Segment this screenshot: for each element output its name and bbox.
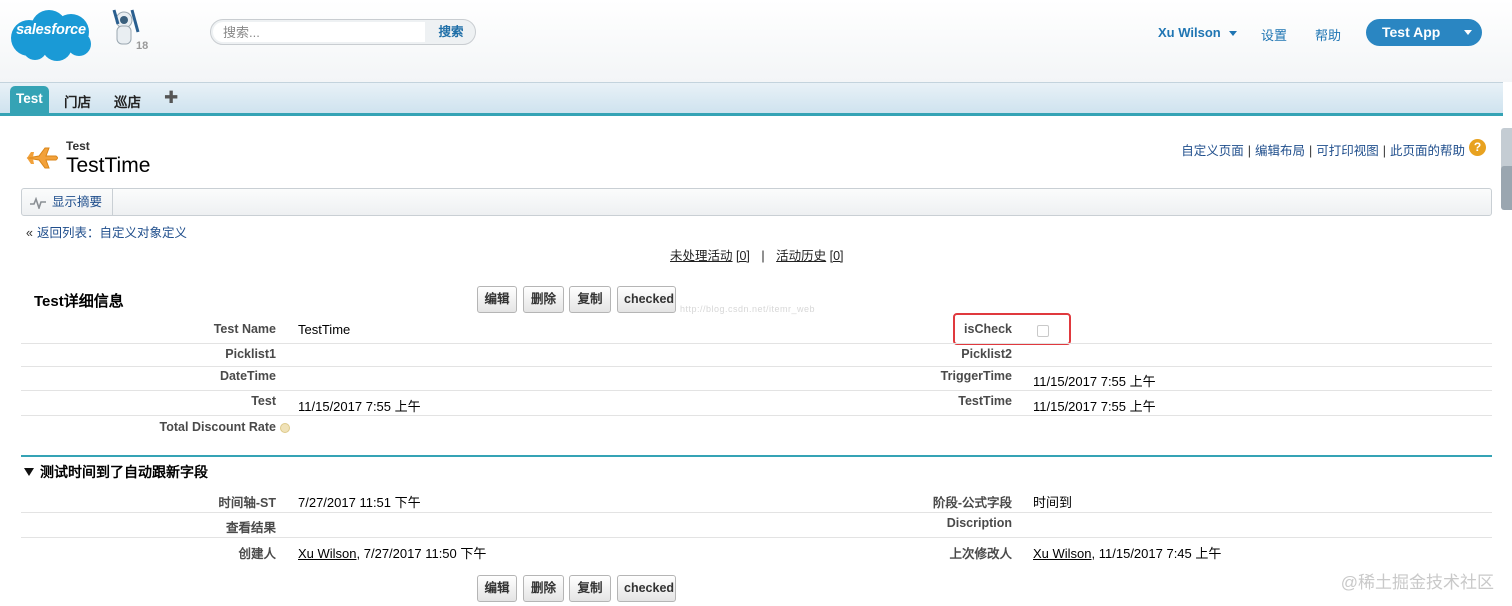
field-label-testtime: TestTime (958, 394, 1012, 408)
field-value-timeline: 7/27/2017 11:51 下午 (298, 495, 421, 510)
edit-layout-link[interactable]: 编辑布局 (1255, 144, 1305, 158)
related-activity-links: 未处理活动 [0] | 活动历史 [0] (670, 245, 844, 264)
airplane-icon (26, 147, 58, 169)
activity-separator: | (761, 249, 765, 263)
highlight-box (953, 313, 1071, 345)
field-value-test: 11/15/2017 7:55 上午 (298, 399, 421, 414)
help-icon[interactable]: ? (1469, 139, 1486, 156)
section-title: 测试时间到了自动跟新字段 (40, 464, 208, 480)
field-label-last-modified: 上次修改人 (949, 547, 1012, 561)
customize-page-link[interactable]: 自定义页面 (1181, 144, 1244, 158)
field-value-testtime: 11/15/2017 7:55 上午 (1033, 399, 1156, 414)
row-divider (21, 343, 1492, 344)
help-link[interactable]: 帮助 (1315, 25, 1341, 44)
field-label-total-discount-rate: Total Discount Rate (160, 420, 290, 434)
activity-history-count[interactable]: [0] (830, 249, 844, 263)
salesforce-logo[interactable]: salesforce (7, 8, 95, 62)
sidebar-toggle[interactable] (1501, 166, 1512, 210)
field-label-trigger-time: TriggerTime (940, 369, 1012, 383)
field-value-created-by: Xu Wilson, 7/27/2017 11:50 下午 (298, 543, 486, 562)
field-label-timeline: 时间轴-ST (218, 496, 276, 510)
global-search: 搜索 (210, 19, 476, 45)
detail-section-title: Test详细信息 (34, 293, 124, 310)
record-type: Test (66, 139, 90, 153)
watermark-text: http://blog.csdn.net/itemr_web (680, 304, 816, 314)
field-label-view-result: 查看结果 (225, 521, 276, 535)
field-label-discription: Discription (946, 516, 1012, 530)
delete-button-bottom[interactable]: 删除 (523, 575, 564, 602)
user-menu[interactable]: Xu Wilson (1158, 25, 1237, 40)
chevron-down-icon (1228, 31, 1237, 37)
printable-view-link[interactable]: 可打印视图 (1316, 144, 1379, 158)
chevron-down-icon (1464, 30, 1472, 35)
tab-bar: Test 门店 巡店 ✚ (0, 82, 1503, 116)
field-label-test: Test (251, 394, 276, 408)
field-label-test-name: Test Name (213, 322, 276, 336)
search-button[interactable]: 搜索 (427, 20, 475, 44)
field-value-trigger-time: 11/15/2017 7:55 上午 (1033, 374, 1156, 389)
tab-test[interactable]: Test (10, 86, 49, 114)
collapse-triangle-icon (24, 468, 34, 476)
page-help-link[interactable]: 此页面的帮助 (1390, 144, 1465, 158)
page-title: TestTime (66, 154, 151, 177)
notification-count: 18 (136, 40, 149, 52)
back-to-list-link[interactable]: «返回列表：自定义对象定义 (26, 222, 187, 241)
field-label-created-by: 创建人 (238, 547, 276, 561)
created-time: , 7/27/2017 11:50 下午 (356, 546, 487, 561)
show-summary-label: 显示摘要 (52, 195, 103, 209)
back-link-text: 返回列表：自定义对象定义 (36, 226, 187, 240)
modified-time: , 11/15/2017 7:45 上午 (1091, 546, 1222, 561)
info-icon[interactable] (280, 422, 290, 433)
delete-button[interactable]: 删除 (523, 286, 564, 313)
tab-store-patrol[interactable]: 巡店 (114, 91, 141, 111)
page-links: 自定义页面 | 编辑布局 | 可打印视图 | 此页面的帮助 (1181, 144, 1465, 158)
edit-button[interactable]: 编辑 (477, 286, 517, 313)
section-divider (21, 455, 1492, 457)
logo-text: salesforce (16, 22, 86, 38)
open-activities-count[interactable]: [0] (736, 249, 750, 263)
field-label-picklist1: Picklist1 (225, 347, 276, 361)
clone-button-bottom[interactable]: 复制 (569, 575, 611, 602)
modified-by-user-link[interactable]: Xu Wilson (1033, 546, 1092, 561)
section-toggle[interactable]: 测试时间到了自动跟新字段 (24, 462, 208, 482)
add-tab-icon[interactable]: ✚ (164, 88, 178, 108)
created-by-user-link[interactable]: Xu Wilson (298, 546, 357, 561)
activity-history-link[interactable]: 活动历史 (776, 249, 826, 263)
row-divider (21, 512, 1492, 513)
field-label-datetime: DateTime (219, 369, 276, 383)
top-header: salesforce 18 搜索 Xu Wilson 设置 帮助 Test Ap… (0, 0, 1512, 82)
field-value-stage: 时间到 (1033, 495, 1073, 510)
field-label-picklist2: Picklist2 (961, 347, 1012, 361)
edit-button-bottom[interactable]: 编辑 (477, 575, 517, 602)
field-label-stage: 阶段-公式字段 (932, 496, 1012, 510)
checked-button[interactable]: checked (617, 286, 676, 313)
app-switcher-label: Test App (1382, 24, 1441, 40)
tab-stores[interactable]: 门店 (64, 91, 91, 111)
show-summary-button[interactable]: 显示摘要 (22, 189, 114, 215)
row-divider (21, 537, 1492, 538)
summary-bar: 显示摘要 (21, 188, 1492, 216)
field-value-test-name: TestTime (298, 322, 351, 337)
search-input[interactable] (213, 22, 425, 42)
site-watermark: @稀土掘金技术社区 (1340, 573, 1494, 592)
app-switcher-button[interactable]: Test App (1366, 19, 1482, 46)
row-divider (21, 366, 1492, 367)
sidebar-handle[interactable] (1501, 128, 1512, 170)
row-divider (21, 390, 1492, 391)
checked-button-bottom[interactable]: checked (617, 575, 676, 602)
field-value-last-modified: Xu Wilson, 11/15/2017 7:45 上午 (1033, 543, 1221, 562)
clone-button[interactable]: 复制 (569, 286, 611, 313)
pulse-icon (30, 196, 46, 211)
user-name: Xu Wilson (1158, 25, 1221, 40)
setup-link[interactable]: 设置 (1261, 25, 1287, 44)
open-activities-link[interactable]: 未处理活动 (670, 249, 733, 263)
row-divider (21, 415, 1492, 416)
